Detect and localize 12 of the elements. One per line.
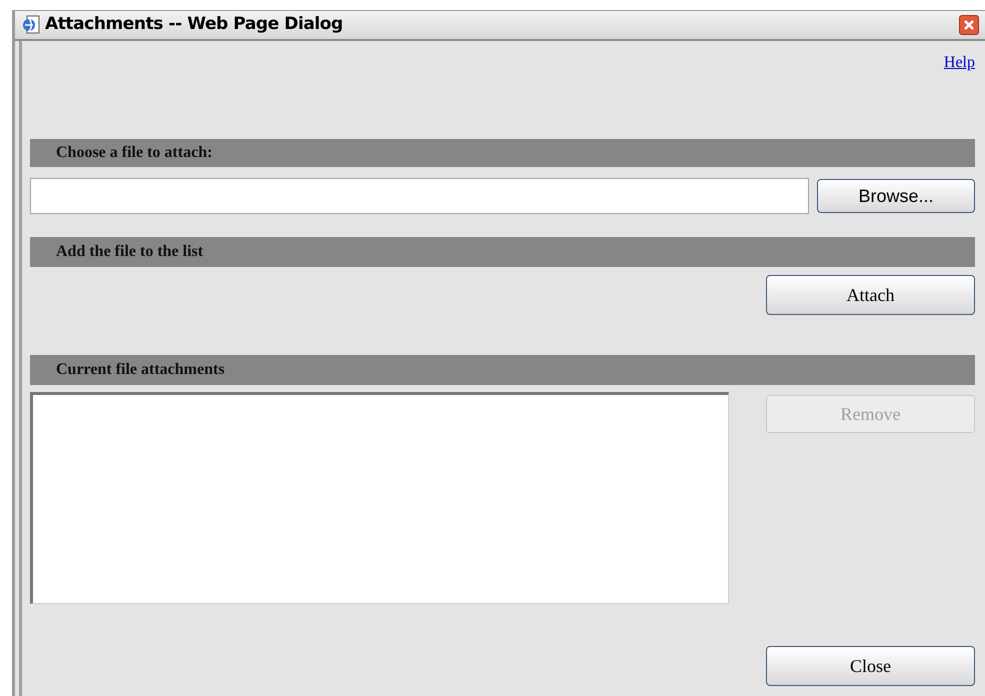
file-path-field[interactable]: [30, 178, 809, 214]
browser-icon: [21, 15, 41, 35]
close-button[interactable]: Close: [766, 646, 975, 686]
section-header: Choose a file to attach:: [30, 139, 975, 167]
section-header: Add the file to the list: [30, 237, 975, 267]
attachments-list[interactable]: [30, 392, 729, 604]
close-icon[interactable]: [959, 15, 979, 35]
attach-button[interactable]: Attach: [766, 275, 975, 315]
window-title: Attachments -- Web Page Dialog: [45, 13, 343, 36]
browse-button[interactable]: Browse...: [817, 179, 975, 213]
section-header: Current file attachments: [30, 355, 975, 385]
help-link[interactable]: Help: [944, 51, 975, 139]
